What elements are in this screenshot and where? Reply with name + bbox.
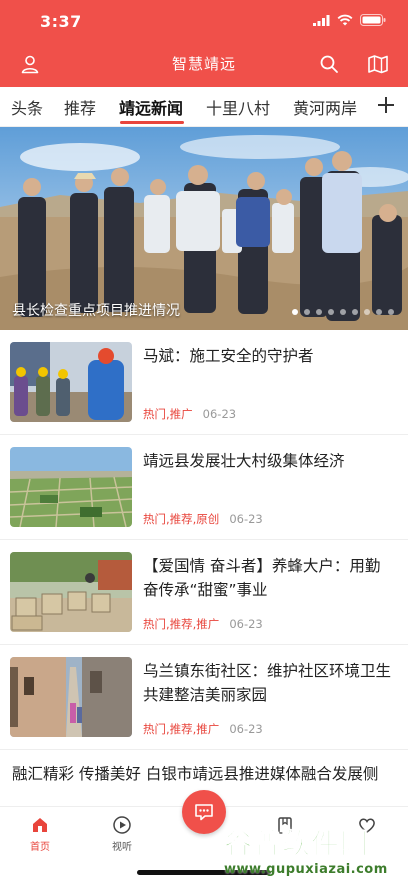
tab-headlines[interactable]: 头条	[11, 95, 43, 119]
news-thumbnail	[10, 657, 132, 737]
app-title: 智慧靖远	[171, 55, 236, 73]
battery-icon	[360, 14, 386, 26]
home-icon	[33, 818, 47, 832]
tab-yellow-river[interactable]: 黄河两岸	[293, 95, 357, 119]
news-meta: 热门,推荐,推广 06-23	[143, 616, 263, 632]
carousel-dot[interactable]	[376, 309, 382, 315]
app-header: 3:37 智慧靖远	[0, 0, 408, 87]
map-button[interactable]	[366, 52, 390, 76]
nav-video[interactable]: 视听	[92, 815, 152, 853]
news-title: 靖远县发展壮大村级集体经济	[143, 452, 345, 470]
channel-tabs: 头条 推荐 靖远新闻 十里八村 黄河两岸	[0, 87, 408, 127]
nav-video-label: 视听	[112, 842, 132, 853]
carousel-dot[interactable]	[340, 309, 346, 315]
news-item[interactable]: 【爱国情 奋斗者】养蜂大户：用勤奋传承“甜蜜”事业 热门,推荐,推广 06-23	[0, 540, 408, 645]
add-channel-button[interactable]	[374, 91, 398, 119]
news-title: 融汇精彩 传播美好 白银市靖远县推进媒体融合发展侧	[12, 765, 379, 783]
map-icon	[368, 55, 388, 74]
news-tags: 热门,推荐,原创	[143, 512, 220, 526]
news-date: 06-23	[202, 407, 237, 421]
carousel-dot[interactable]	[328, 309, 334, 315]
search-icon	[320, 55, 338, 73]
tab-jingyuan-news[interactable]: 靖远新闻	[119, 95, 183, 119]
news-date: 06-23	[229, 617, 263, 631]
nav-home-label: 首页	[30, 842, 50, 853]
featured-banner[interactable]: 县长检查重点项目推进情况	[0, 127, 408, 330]
watermark-line2: www.gupuxiazai.com	[224, 862, 388, 877]
news-meta: 热门,推荐,推广 06-23	[143, 721, 263, 737]
news-meta: 热门,推广 06-23	[143, 406, 236, 422]
news-item-text-only[interactable]: 融汇精彩 传播美好 白银市靖远县推进媒体融合发展侧	[0, 752, 408, 786]
signal-icon	[313, 14, 330, 26]
status-time: 3:37	[40, 12, 82, 31]
news-thumbnail	[10, 447, 132, 527]
search-button[interactable]	[317, 52, 341, 76]
news-tags: 热门,推广	[143, 407, 193, 421]
carousel-dot[interactable]	[388, 309, 394, 315]
plus-icon	[378, 97, 394, 113]
wifi-icon	[337, 14, 353, 26]
carousel-dot[interactable]	[292, 309, 298, 315]
status-icons	[313, 14, 386, 26]
news-tags: 热门,推荐,推广	[143, 617, 220, 631]
site-watermark: 谷普软件园 www.gupuxiazai.com	[224, 822, 404, 878]
news-item[interactable]: 乌兰镇东街社区：维护社区环境卫生 共建整洁美丽家园 热门,推荐,推广 06-23	[0, 645, 408, 750]
news-meta: 热门,推荐,原创 06-23	[143, 511, 263, 527]
message-icon	[195, 804, 213, 821]
watermark-line1: 谷普软件园	[224, 827, 370, 861]
news-title: 【爱国情 奋斗者】养蜂大户：用勤奋传承“甜蜜”事业	[143, 557, 381, 599]
news-date: 06-23	[229, 512, 263, 526]
tab-villages[interactable]: 十里八村	[206, 95, 270, 119]
news-thumbnail	[10, 552, 132, 632]
news-date: 06-23	[229, 722, 263, 736]
news-item[interactable]: 马斌：施工安全的守护者 热门,推广 06-23	[0, 330, 408, 435]
news-item[interactable]: 靖远县发展壮大村级集体经济 热门,推荐,原创 06-23	[0, 435, 408, 540]
active-tab-indicator	[120, 121, 184, 124]
banner-caption: 县长检查重点项目推进情况	[12, 303, 180, 319]
news-title: 马斌：施工安全的守护者	[143, 347, 314, 365]
carousel-dot[interactable]	[352, 309, 358, 315]
news-title: 乌兰镇东街社区：维护社区环境卫生 共建整洁美丽家园	[143, 662, 392, 704]
news-tags: 热门,推荐,推广	[143, 722, 220, 736]
tab-recommended[interactable]: 推荐	[64, 95, 96, 119]
carousel-dot[interactable]	[304, 309, 310, 315]
news-thumbnail	[10, 342, 132, 422]
carousel-dot[interactable]	[316, 309, 322, 315]
carousel-dots	[292, 309, 394, 315]
interaction-center-button[interactable]	[182, 790, 226, 834]
carousel-dot[interactable]	[364, 309, 370, 315]
play-circle-icon	[113, 816, 131, 834]
nav-home[interactable]: 首页	[10, 815, 70, 853]
